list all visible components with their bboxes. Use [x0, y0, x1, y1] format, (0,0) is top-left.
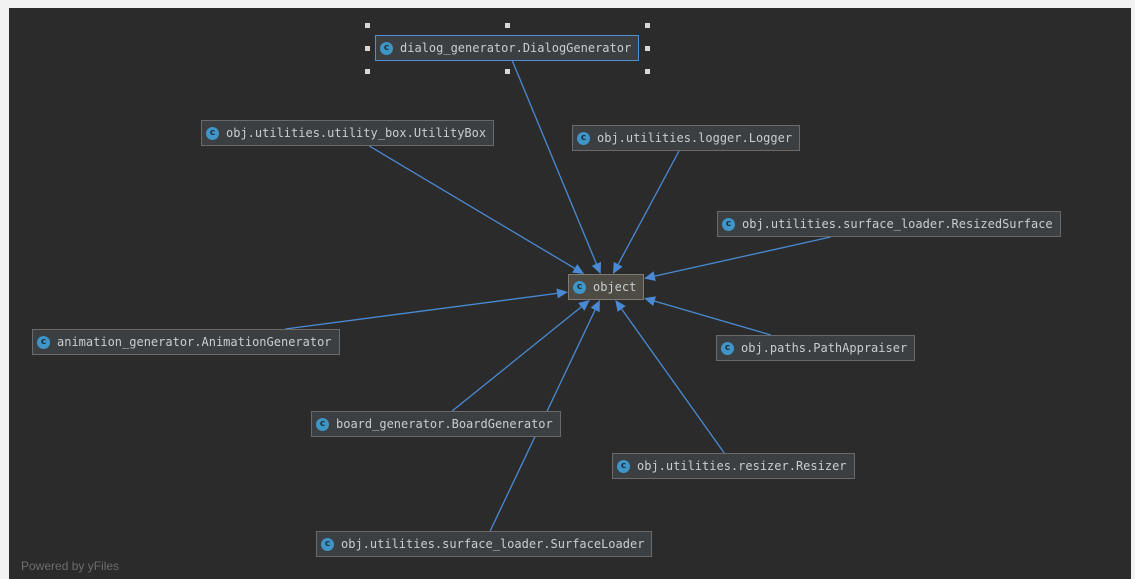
node-resized-surface[interactable]: c obj.utilities.surface_loader.ResizedSu…	[717, 211, 1061, 237]
inheritance-arrowhead	[644, 296, 656, 306]
edge-line	[654, 236, 831, 277]
edge-line	[451, 306, 582, 412]
edge-board-to-object	[451, 300, 590, 412]
inheritance-arrowhead	[578, 300, 590, 311]
class-c-icon: c	[316, 417, 329, 431]
node-label: obj.paths.PathAppraiser	[741, 341, 908, 355]
inheritance-arrowhead	[556, 288, 568, 299]
inheritance-arrowhead	[572, 264, 585, 274]
edge-line	[617, 150, 680, 265]
powered-by-label: Powered by yFiles	[21, 559, 120, 573]
node-path-appraiser[interactable]: c obj.paths.PathAppraiser	[716, 335, 916, 361]
class-c-icon: c	[321, 537, 334, 551]
selection-handle[interactable]	[645, 46, 650, 51]
inheritance-arrowhead	[644, 271, 656, 282]
selection-handle[interactable]	[505, 23, 510, 28]
edge-logger-to-object	[612, 150, 680, 274]
node-dialog-generator[interactable]: c dialog_generator.DialogGenerator	[375, 35, 640, 61]
class-c-icon: c	[722, 217, 735, 231]
class-c-icon: c	[573, 280, 586, 294]
node-label: obj.utilities.utility_box.UtilityBox	[226, 126, 487, 140]
edge-line	[511, 60, 598, 265]
node-utility-box[interactable]: c obj.utilities.utility_box.UtilityBox	[201, 120, 495, 146]
selection-handle[interactable]	[505, 69, 510, 74]
node-animation-generator[interactable]: c animation_generator.AnimationGenerator	[32, 329, 340, 355]
node-resizer[interactable]: c obj.utilities.resizer.Resizer	[612, 453, 855, 479]
class-c-icon: c	[577, 131, 590, 145]
edge-line	[621, 308, 725, 454]
node-board-generator[interactable]: c board_generator.BoardGenerator	[311, 411, 561, 437]
diagram-canvas[interactable]: c object c dialog_generator.DialogGenera…	[9, 8, 1131, 579]
node-label: dialog_generator.DialogGenerator	[400, 41, 632, 55]
edge-paths-to-object	[644, 296, 772, 336]
edge-animation-to-object	[285, 288, 568, 330]
class-c-icon: c	[721, 341, 734, 355]
inheritance-arrowhead	[615, 300, 626, 312]
node-logger[interactable]: c obj.utilities.logger.Logger	[572, 125, 801, 151]
edge-resized-to-object	[644, 236, 831, 282]
node-label: obj.utilities.surface_loader.SurfaceLoad…	[341, 537, 645, 551]
class-c-icon: c	[617, 459, 630, 473]
class-c-icon: c	[380, 41, 393, 55]
selection-handle[interactable]	[365, 23, 370, 28]
node-label: board_generator.BoardGenerator	[336, 417, 553, 431]
node-object[interactable]: c object	[568, 274, 645, 300]
selection-handle[interactable]	[645, 69, 650, 74]
class-c-icon: c	[206, 126, 219, 140]
node-label: obj.utilities.surface_loader.ResizedSurf…	[742, 217, 1053, 231]
edge-resizer-to-object	[615, 300, 725, 454]
selection-handle[interactable]	[645, 23, 650, 28]
edge-utility-to-object	[368, 145, 585, 274]
node-surface-loader[interactable]: c obj.utilities.surface_loader.SurfaceLo…	[316, 531, 653, 557]
node-label: animation_generator.AnimationGenerator	[57, 335, 332, 349]
edge-line	[368, 145, 576, 269]
selection-handle[interactable]	[365, 46, 370, 51]
class-c-icon: c	[37, 335, 50, 349]
selection-handle[interactable]	[365, 69, 370, 74]
edge-line	[654, 300, 772, 336]
node-label: object	[593, 280, 637, 294]
node-label: obj.utilities.logger.Logger	[597, 131, 793, 145]
node-label: obj.utilities.resizer.Resizer	[637, 459, 847, 473]
edge-dialog-to-object	[511, 60, 602, 274]
edge-line	[285, 292, 558, 330]
